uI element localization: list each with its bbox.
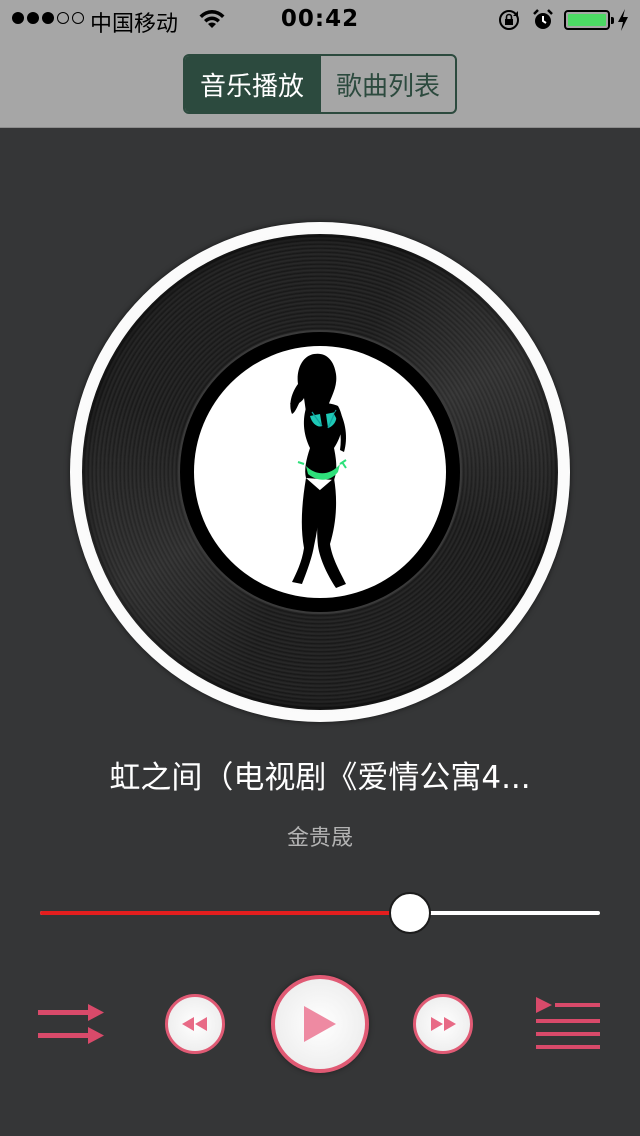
shuffle-icon[interactable] [38, 1000, 106, 1048]
play-icon [304, 1006, 336, 1042]
song-artist: 金贵晟 [286, 826, 353, 851]
progress-fill [40, 911, 411, 915]
playlist-icon[interactable] [535, 996, 601, 1052]
orientation-lock-icon [499, 10, 519, 30]
status-bar: 中国移动 00:42 [0, 0, 640, 40]
fast-forward-icon [431, 1017, 456, 1031]
charging-bolt-icon [618, 9, 628, 31]
battery-icon [564, 10, 614, 30]
tab-song-list[interactable]: 歌曲列表 [319, 56, 455, 112]
tab-music-player[interactable]: 音乐播放 [185, 56, 319, 112]
rewind-icon [182, 1017, 207, 1031]
play-button[interactable] [271, 975, 369, 1073]
song-title: 虹之间（电视剧《爱情公寓4... [109, 760, 531, 796]
view-switcher: 音乐播放 歌曲列表 [183, 54, 457, 114]
alarm-icon [533, 9, 553, 29]
previous-button[interactable] [165, 994, 225, 1054]
progress-thumb[interactable] [389, 892, 432, 934]
album-art-silhouette [290, 353, 347, 588]
next-button[interactable] [413, 994, 473, 1054]
top-bar: 中国移动 00:42 音乐播放 歌曲列表 [0, 0, 640, 128]
